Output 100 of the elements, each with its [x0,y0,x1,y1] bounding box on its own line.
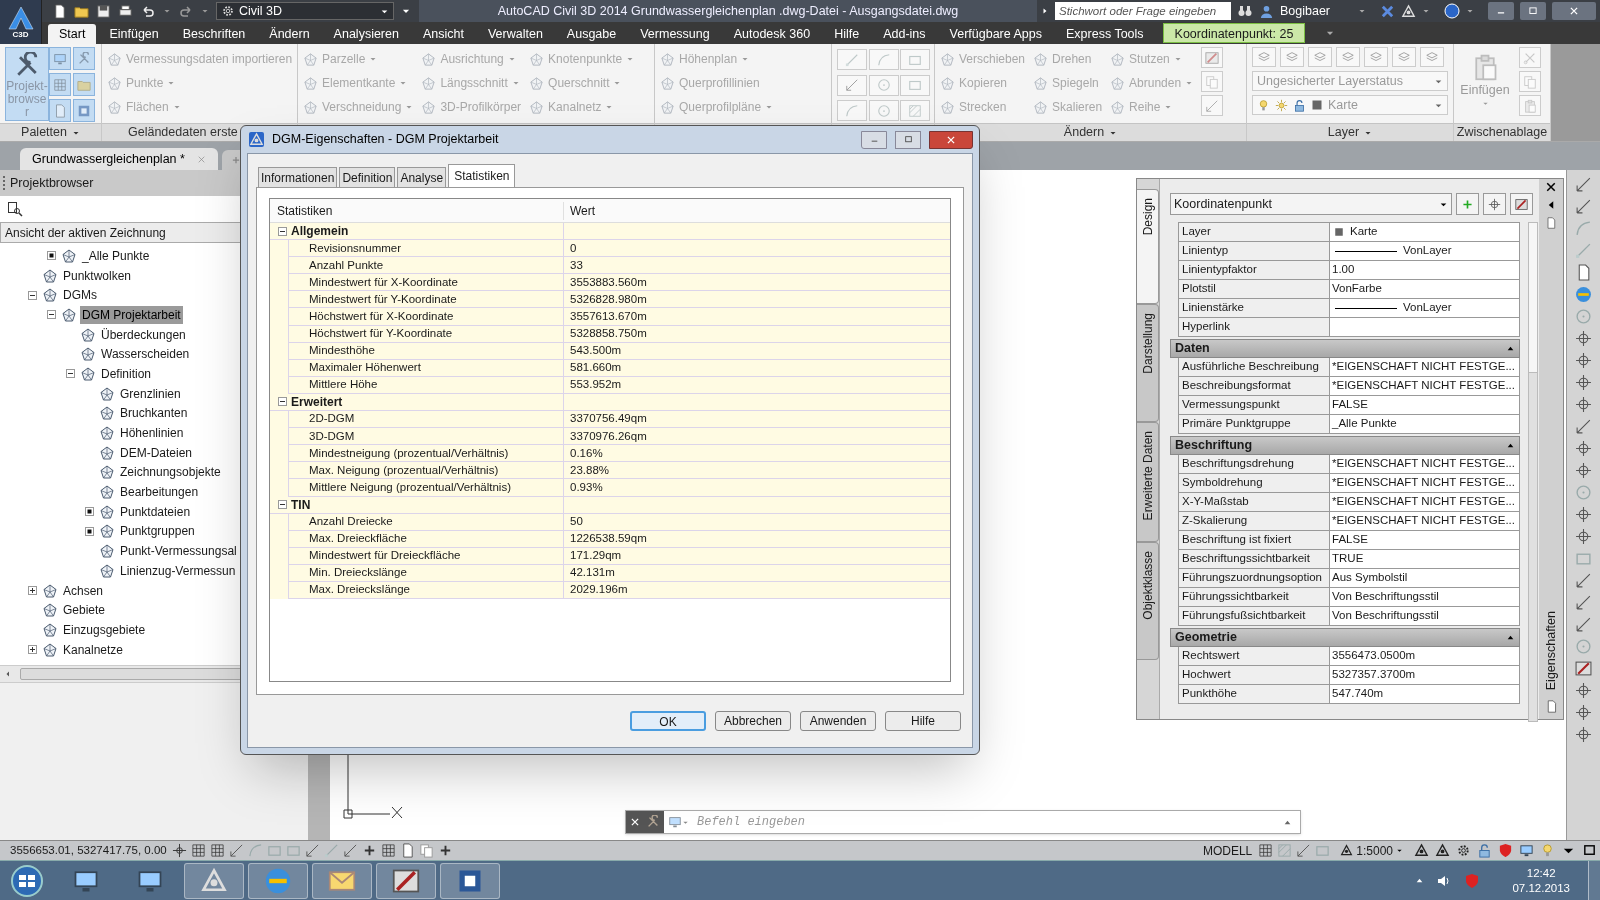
property-name: Symboldrehung [1182,475,1263,491]
property-name: Z-Skalierung [1182,513,1248,529]
tree-item[interactable]: Punkt-Vermessungsal [118,542,239,561]
tree-item[interactable]: Kanalnetze [61,640,126,659]
ribbon-tab[interactable]: Verwalten [476,24,554,44]
tree-item[interactable]: Achsen [61,581,106,600]
workspace-dropdown[interactable]: Civil 3D [216,2,394,20]
property-value[interactable]: FALSE [1332,531,1368,549]
ribbon-tab[interactable]: Ändern [258,24,321,44]
section-header[interactable]: Daten [1170,339,1520,358]
property-name: Rechtswert [1182,648,1240,664]
tree-item[interactable]: Bearbeitungen [118,483,201,502]
ribbon-tab[interactable]: Hilfe [823,24,871,44]
table-cell-text: Mittlere Höhe [309,377,378,393]
section-header[interactable]: Beschriftung [1170,436,1520,455]
tree-item[interactable]: Definition [99,364,154,383]
tree-item[interactable]: Wasserscheiden [99,345,192,364]
property-name: X-Y-Maßstab [1182,494,1249,510]
ribbon-tab[interactable]: Analysieren [322,24,410,44]
tree-item[interactable]: Linienzug-Vermessun [118,561,238,580]
property-name: Primäre Punktgruppe [1182,416,1291,432]
table-cell-text: 2D-DGM [309,411,355,427]
side-tab[interactable]: Darstellung [1137,304,1159,422]
dialog-tab[interactable]: Analyse [397,167,447,187]
table-cell-text: 42.131m [570,565,615,581]
scale-dropdown[interactable]: 1:5000 [1332,841,1411,860]
property-value[interactable]: Karte [1350,223,1378,241]
panel-title: Projektbrowser [10,174,94,192]
ribbon-tab[interactable]: Express Tools [1055,24,1155,44]
tree-item[interactable]: DEM-Dateien [118,443,195,462]
side-tab[interactable]: Erweiterte Daten [1137,422,1159,542]
property-name: Layer [1182,224,1211,240]
table-cell-text: Max. Dreieckslänge [309,582,410,598]
property-name: Ausführliche Beschreibung [1182,359,1319,375]
property-value[interactable]: FALSE [1332,396,1368,414]
property-value[interactable]: 1.00 [1332,261,1355,279]
application-menu-button[interactable]: C3D [0,0,42,44]
table-cell-text: 50 [570,514,583,529]
side-tab[interactable]: Design [1137,189,1159,304]
search-field[interactable]: Stichwort oder Frage eingeben [1055,2,1231,20]
command-input[interactable]: Befehl eingeben [689,811,1283,833]
property-name: Beschriftungsdrehung [1182,456,1294,472]
dialog-button[interactable]: OK [630,711,706,731]
tree-item[interactable]: _Alle Punkte [80,246,152,265]
dialog-button[interactable]: Hilfe [885,711,961,731]
dialog-tab[interactable]: Informationen [258,167,338,187]
dialog-button[interactable]: Anwenden [800,711,876,731]
tree-item[interactable]: DGMs [61,286,99,305]
column-header[interactable]: Statistiken [270,201,564,220]
table-cell-text: Mindestneigung (prozentual/Verhältnis) [309,445,509,461]
ribbon-tab[interactable]: Koordinatenpunkt: 25 [1162,23,1306,43]
tree-item[interactable]: Punktdateien [118,502,193,521]
tree-item[interactable]: Höhenlinien [118,424,186,443]
tree-item[interactable]: Zeichnungsobjekte [118,463,223,482]
property-name: Führungssichtbarkeit [1182,589,1289,605]
ribbon-tab[interactable]: Ansicht [411,24,475,44]
ribbon-tab[interactable]: Ausgabe [555,24,628,44]
property-name: Linienstärke [1182,300,1244,316]
property-name: Linientyp [1182,243,1229,259]
column-header[interactable]: Wert [564,201,596,220]
ribbon-tab[interactable]: Add-ins [872,24,937,44]
table-cell-text: Mindestwert für Y-Koordinate [309,291,457,307]
table-cell-text: Anzahl Dreiecke [309,514,393,529]
group-header: TIN [291,496,311,514]
tree-item[interactable]: DGM Projektarbeit [80,305,183,324]
section-header[interactable]: Geometrie [1170,628,1520,647]
dialog-tab[interactable]: Statistiken [448,164,516,187]
table-cell-text: Max. Neigung (prozentual/Verhältnis) [309,462,499,478]
document-tab[interactable]: Grundwassergleichenplan * [20,148,218,170]
tree-item[interactable]: Bruchkanten [118,404,190,423]
dialog-tab[interactable]: Definition [339,167,396,187]
tree-item[interactable]: Überdeckungen [99,325,188,344]
table-cell-text: 3D-DGM [309,428,355,444]
dialog-button[interactable]: Abbrechen [715,711,791,731]
ribbon-tab[interactable]: Autodesk 360 [722,24,822,44]
table-cell-text: 5328858.750m [570,326,647,341]
command-line-field[interactable]: Befehl eingeben [625,810,1301,834]
tree-item[interactable]: Gebiete [61,601,108,620]
user-name[interactable]: Bogibaer [1280,1,1352,21]
property-name: Hyperlink [1182,319,1230,335]
property-value[interactable]: TRUE [1332,550,1364,568]
tree-item[interactable]: Einzugsgebiete [61,620,148,639]
panel-title[interactable]: Zwischenablage [1456,123,1548,142]
table-cell-text: 0.16% [570,445,603,461]
ribbon-tab[interactable]: Start [48,24,97,44]
tree-item[interactable]: Punktwolken [61,266,134,285]
ribbon-tab[interactable]: Vermessung [629,24,721,44]
palette-title: Eigenschaften [1542,610,1559,690]
tree-item[interactable]: Grenzlinien [118,384,183,403]
ribbon-tab[interactable]: Verfügbare Apps [938,24,1053,44]
object-type-dropdown[interactable]: Koordinatenpunkt [1170,193,1452,215]
table-cell-text: Höchstwert für X-Koordinate [309,308,454,324]
table-cell-text: Max. Dreieckfläche [309,531,407,547]
model-space-button[interactable]: MODELL [1198,841,1257,860]
panel-title[interactable]: Ändern [1063,123,1118,142]
tree-item[interactable]: Punktgruppen [118,522,197,541]
ribbon-tab[interactable]: Einfügen [98,24,170,44]
side-tab[interactable]: Objektklasse [1137,542,1159,660]
ribbon-tab[interactable]: Beschriften [171,24,257,44]
table-cell-text: 3370756.49qm [570,411,647,427]
